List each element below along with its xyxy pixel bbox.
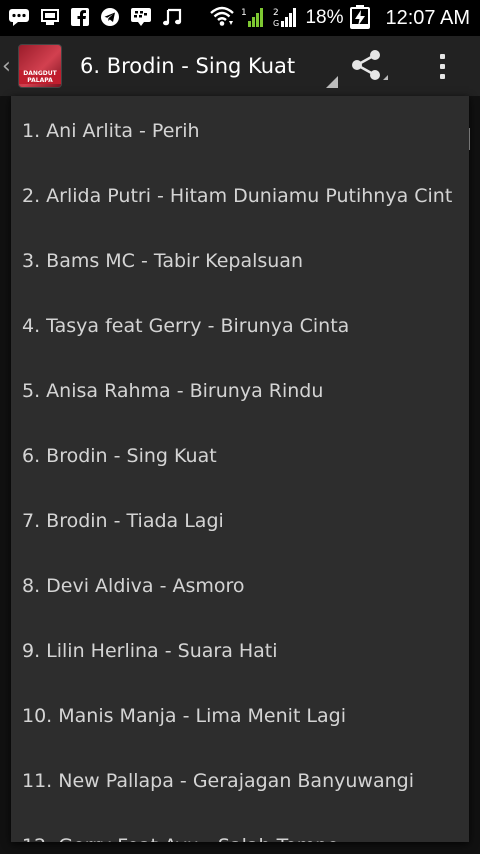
overflow-dot (439, 53, 445, 59)
dropdown-item[interactable]: 4. Tasya feat Gerry - Birunya Cinta (11, 293, 469, 358)
signal-2-icon: 2G (273, 5, 299, 32)
dropdown-item[interactable]: 6. Brodin - Sing Kuat (11, 423, 469, 488)
up-navigation-icon[interactable]: ‹ (2, 54, 16, 79)
dropdown-item[interactable]: 8. Devi Aldiva - Asmoro (11, 553, 469, 618)
song-spinner[interactable]: 6. Brodin - Sing Kuat (80, 36, 338, 96)
svg-text:1: 1 (241, 8, 247, 18)
overflow-dot (439, 63, 445, 69)
usb-icon (40, 7, 60, 30)
system-icons: 1 2G 18% 12:07 AM (209, 4, 480, 32)
dropdown-item[interactable]: 9. Lilin Herlina - Suara Hati (11, 618, 469, 683)
dropdown-item[interactable]: 2. Arlida Putri - Hitam Duniamu Putihnya… (11, 163, 469, 228)
clock: 12:07 AM (385, 6, 470, 29)
share-icon (352, 50, 388, 80)
dropdown-item[interactable]: 12. Gerry Feat Ayu - Salah Tempo (11, 813, 469, 843)
wifi-icon (209, 6, 235, 31)
app-logo[interactable]: DANGDUT PALAPA (18, 44, 62, 88)
dropdown-item[interactable]: 5. Anisa Rahma - Birunya Rindu (11, 358, 469, 423)
spinner-triangle-icon (326, 76, 338, 88)
dropdown-item[interactable]: 1. Ani Arlita - Perih (11, 98, 469, 163)
notification-icons (0, 7, 182, 30)
dropdown-item[interactable]: 7. Brodin - Tiada Lagi (11, 488, 469, 553)
overflow-dot (439, 73, 445, 79)
facebook-icon (70, 7, 90, 30)
action-bar: ‹ DANGDUT PALAPA 6. Brodin - Sing Kuat (0, 36, 480, 96)
dropdown-item[interactable]: 10. Manis Manja - Lima Menit Lagi (11, 683, 469, 748)
svg-text:2: 2 (273, 8, 279, 18)
status-bar: 1 2G 18% 12:07 AM (0, 0, 480, 36)
app-logo-text: DANGDUT PALAPA (19, 70, 61, 84)
bbm-icon (130, 7, 152, 30)
dropdown-item[interactable]: 3. Bams MC - Tabir Kepalsuan (11, 228, 469, 293)
music-icon (162, 7, 182, 30)
dropdown-item[interactable]: 11. New Pallapa - Gerajagan Banyuwangi (11, 748, 469, 813)
battery-charging-icon (349, 4, 371, 32)
telegram-icon (100, 7, 120, 30)
chat-icon (8, 7, 30, 30)
song-dropdown-list: 1. Ani Arlita - Perih 2. Arlida Putri - … (11, 96, 469, 842)
share-button[interactable] (348, 48, 388, 84)
overflow-menu-button[interactable] (430, 48, 454, 84)
selected-song-title: 6. Brodin - Sing Kuat (80, 54, 296, 78)
svg-text:G: G (273, 19, 279, 28)
battery-percent: 18% (305, 7, 344, 28)
signal-1-icon: 1 (241, 5, 267, 32)
